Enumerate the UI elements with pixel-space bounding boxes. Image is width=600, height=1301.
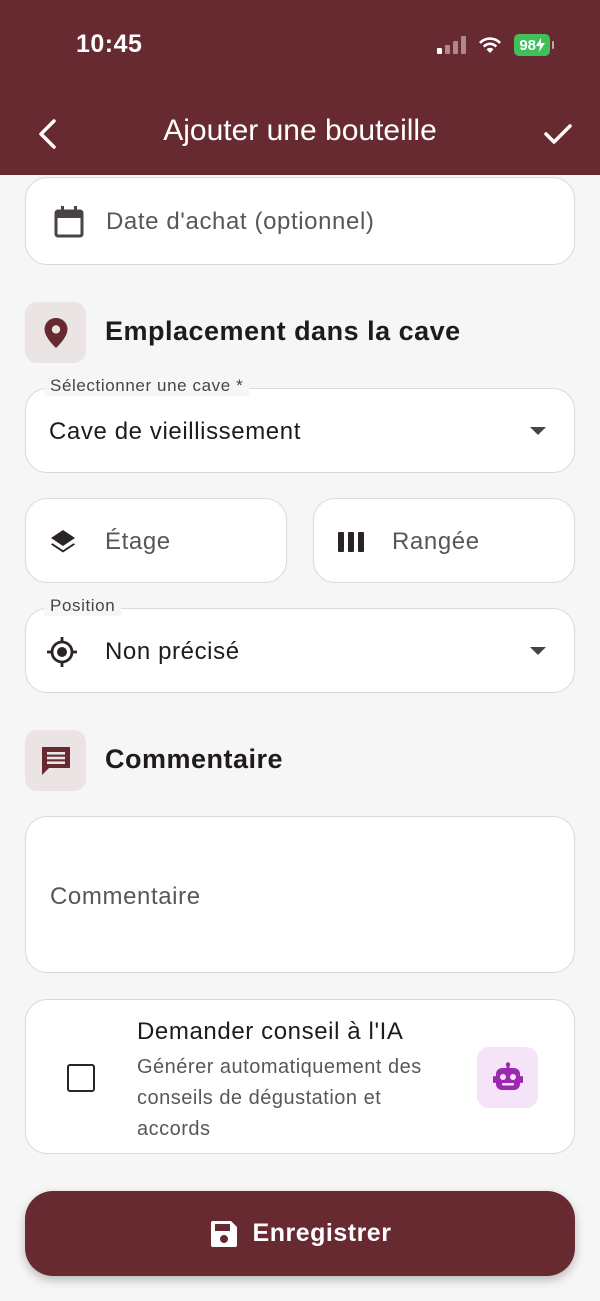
comment-textarea[interactable]: Commentaire (25, 816, 575, 973)
dropdown-arrow-icon (530, 647, 546, 655)
ai-advice-checkbox[interactable] (67, 1064, 95, 1092)
robot-icon (492, 1061, 523, 1090)
position-select-label: Position (44, 596, 122, 616)
cellar-select-value: Cave de vieillissement (49, 418, 301, 445)
ai-badge (477, 1047, 538, 1108)
signal-icon (437, 36, 467, 54)
check-icon (544, 124, 572, 144)
status-icons: 98 (437, 34, 554, 56)
comment-section-icon (25, 730, 86, 791)
floor-field[interactable]: Étage (25, 498, 287, 583)
wifi-icon (479, 37, 502, 53)
status-time: 10:45 (76, 30, 143, 58)
app-header: 10:45 98 Ajouter une bouteille (0, 0, 600, 175)
purchase-date-field[interactable]: Date d'achat (optionnel) (25, 177, 575, 265)
layers-icon (48, 527, 78, 557)
page-title: Ajouter une bouteille (163, 114, 437, 147)
location-section-title: Emplacement dans la cave (105, 316, 461, 346)
location-pin-icon (44, 317, 67, 348)
position-select-value: Non précisé (105, 638, 240, 665)
battery-indicator: 98 (514, 34, 554, 56)
confirm-button[interactable] (538, 115, 578, 153)
cellar-select-label: Sélectionner une cave * (44, 376, 250, 396)
crosshair-icon (46, 636, 78, 668)
save-button-label: Enregistrer (252, 1219, 392, 1247)
charging-icon (536, 38, 545, 52)
purchase-date-placeholder: Date d'achat (optionnel) (106, 208, 375, 235)
columns-icon (336, 527, 366, 557)
ai-advice-title: Demander conseil à l'IA (137, 1018, 404, 1045)
save-icon (210, 1220, 237, 1247)
ai-advice-description: Générer automatiquement des conseils de … (137, 1056, 422, 1140)
comment-icon (41, 746, 70, 775)
dropdown-arrow-icon (530, 427, 546, 435)
calendar-icon (51, 204, 87, 240)
location-section-icon (25, 302, 86, 363)
battery-level: 98 (519, 36, 536, 54)
comment-section-title: Commentaire (105, 744, 284, 774)
row-field[interactable]: Rangée (313, 498, 575, 583)
position-select[interactable]: Position Non précisé (25, 596, 575, 693)
cellar-select[interactable]: Sélectionner une cave * Cave de vieillis… (25, 376, 575, 473)
row-placeholder: Rangée (392, 528, 480, 555)
ai-advice-card[interactable]: Demander conseil à l'IA Générer automati… (25, 999, 575, 1154)
comment-placeholder: Commentaire (50, 883, 201, 910)
save-button[interactable]: Enregistrer (25, 1191, 575, 1276)
floor-placeholder: Étage (105, 528, 171, 555)
